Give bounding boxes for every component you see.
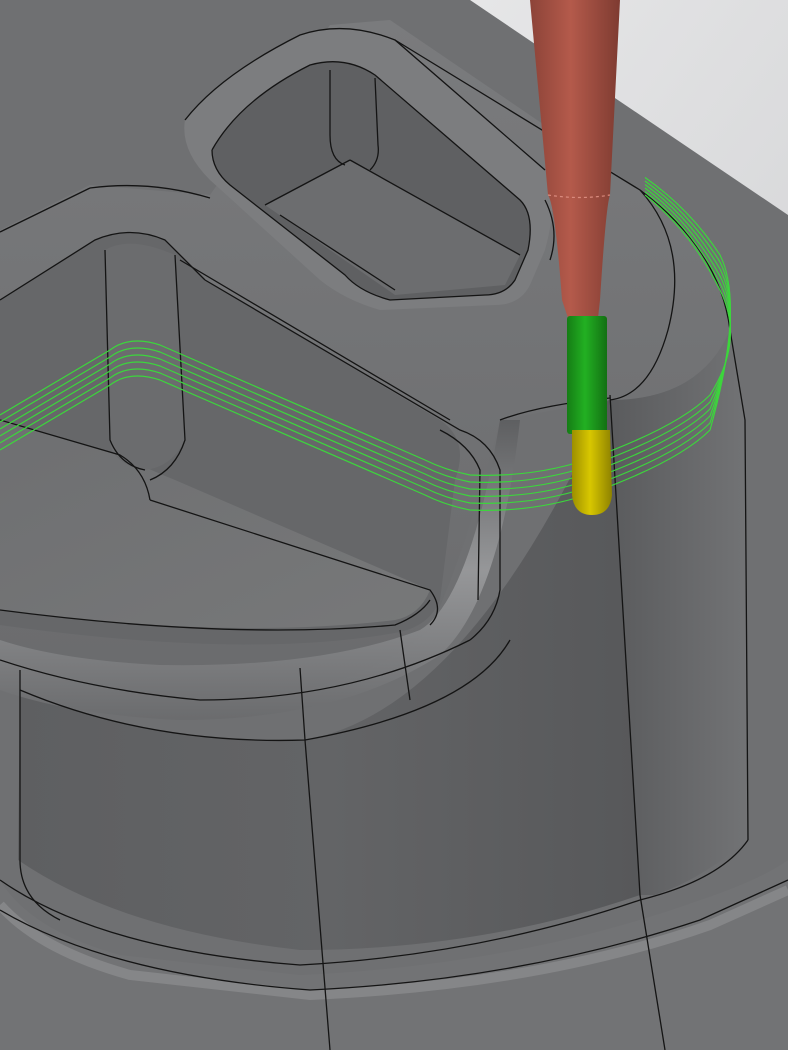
tool-shank[interactable] [567, 316, 607, 434]
tool-ball-tip[interactable] [572, 430, 612, 515]
left-pocket-inner-rib [105, 243, 185, 470]
machining-simulation-scene[interactable] [0, 0, 788, 1050]
cam-3d-viewport[interactable] [0, 0, 788, 1050]
